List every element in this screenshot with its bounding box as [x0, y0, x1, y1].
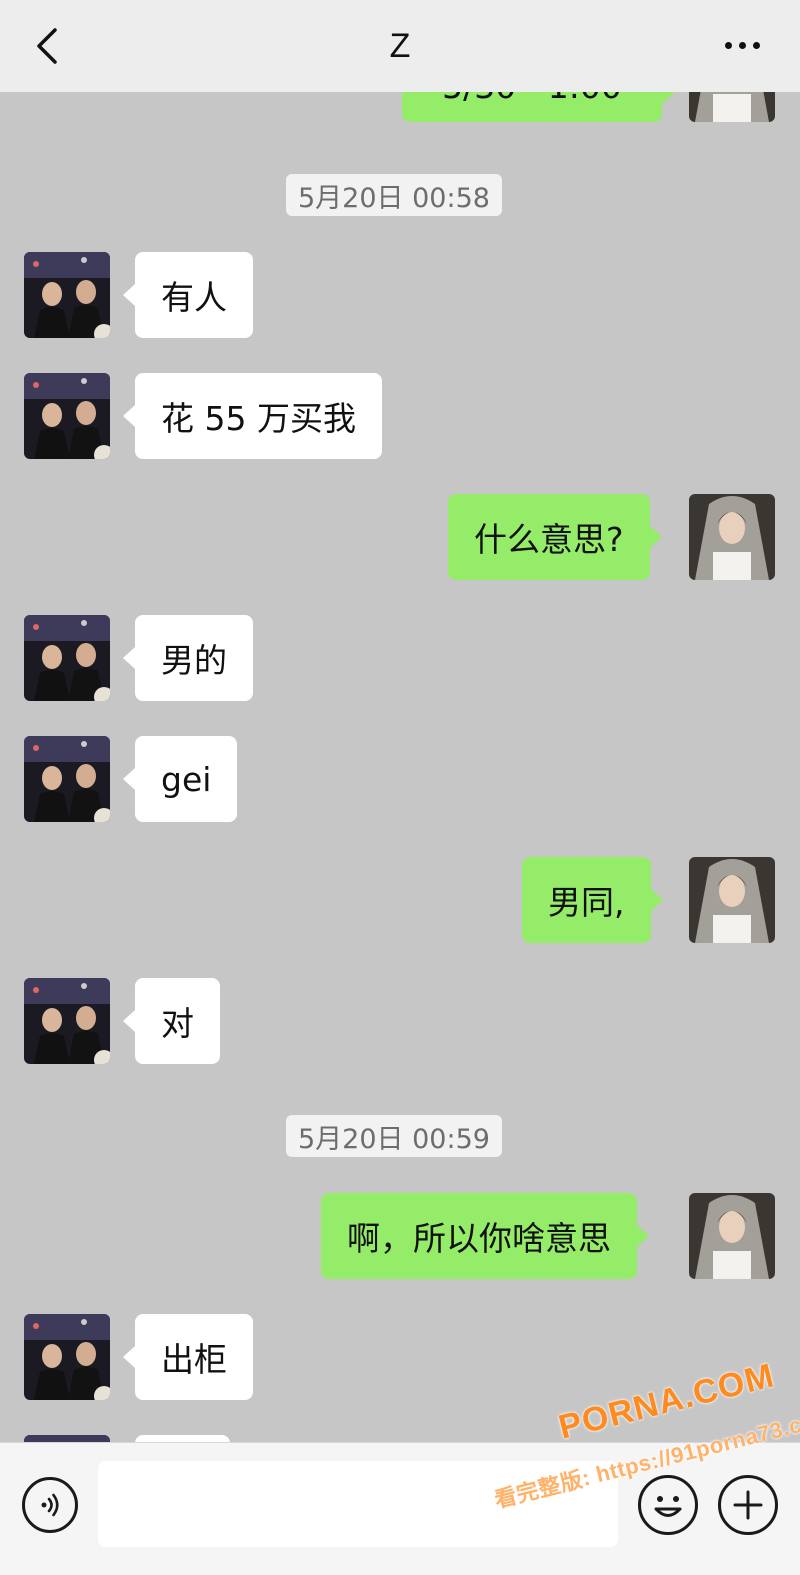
- emoji-button[interactable]: [638, 1475, 698, 1535]
- back-button[interactable]: [28, 26, 68, 66]
- plus-icon: [733, 1490, 763, 1520]
- message-bubble-received[interactable]: 出柜: [123, 1314, 253, 1400]
- contact-avatar-image: [24, 736, 110, 822]
- contact-avatar[interactable]: [24, 373, 110, 459]
- message-bubble-received[interactable]: 对: [123, 978, 220, 1064]
- message-input[interactable]: [98, 1461, 618, 1547]
- message-bubble-sent[interactable]: 什么意思?: [448, 494, 662, 580]
- message-bubble-sent[interactable]: 啊，所以你啥意思: [321, 1193, 649, 1279]
- chevron-left-icon: [37, 28, 57, 64]
- voice-icon: [41, 1493, 59, 1517]
- contact-avatar-image: [24, 373, 110, 459]
- chat-header: Z: [0, 0, 800, 92]
- contact-avatar-image: [24, 1435, 110, 1442]
- bride-avatar-image: [689, 857, 775, 943]
- bride-avatar-image: [689, 1193, 775, 1279]
- more-button[interactable]: [720, 30, 764, 60]
- chat-title: Z: [389, 26, 411, 65]
- message-bubble-received[interactable]: [135, 1435, 230, 1442]
- timestamp: 5月20日 00:59: [286, 1115, 502, 1157]
- contact-avatar[interactable]: [24, 615, 110, 701]
- bride-avatar-image: [689, 494, 775, 580]
- my-avatar[interactable]: [689, 494, 775, 580]
- contact-avatar-image: [24, 252, 110, 338]
- timestamp: 5月20日 00:58: [286, 174, 502, 216]
- my-avatar[interactable]: [689, 1193, 775, 1279]
- my-avatar[interactable]: [689, 857, 775, 943]
- contact-avatar[interactable]: [24, 1314, 110, 1400]
- more-dots-icon: [724, 41, 760, 49]
- message-bubble-sent[interactable]: 5/30 · 1:00: [402, 92, 674, 122]
- voice-button[interactable]: [22, 1477, 78, 1533]
- message-bubble-received[interactable]: 男的: [123, 615, 253, 701]
- contact-avatar[interactable]: [24, 1435, 110, 1442]
- input-bar: [0, 1442, 800, 1575]
- message-bubble-received[interactable]: 有人: [123, 252, 253, 338]
- bride-avatar-image: [689, 92, 775, 122]
- plus-button[interactable]: [718, 1475, 778, 1535]
- emoji-icon: [654, 1496, 682, 1517]
- contact-avatar-image: [24, 978, 110, 1064]
- message-bubble-sent[interactable]: 男同,: [522, 857, 662, 943]
- contact-avatar-image: [24, 1314, 110, 1400]
- message-bubble-received[interactable]: 花 55 万买我: [123, 373, 382, 459]
- contact-avatar[interactable]: [24, 252, 110, 338]
- contact-avatar[interactable]: [24, 736, 110, 822]
- contact-avatar[interactable]: [24, 978, 110, 1064]
- message-bubble-received[interactable]: gei: [122, 736, 238, 822]
- my-avatar[interactable]: [689, 92, 775, 122]
- contact-avatar-image: [24, 615, 110, 701]
- chat-messages[interactable]: 5/30 · 1:00 5月20日 00:58: [0, 92, 800, 1442]
